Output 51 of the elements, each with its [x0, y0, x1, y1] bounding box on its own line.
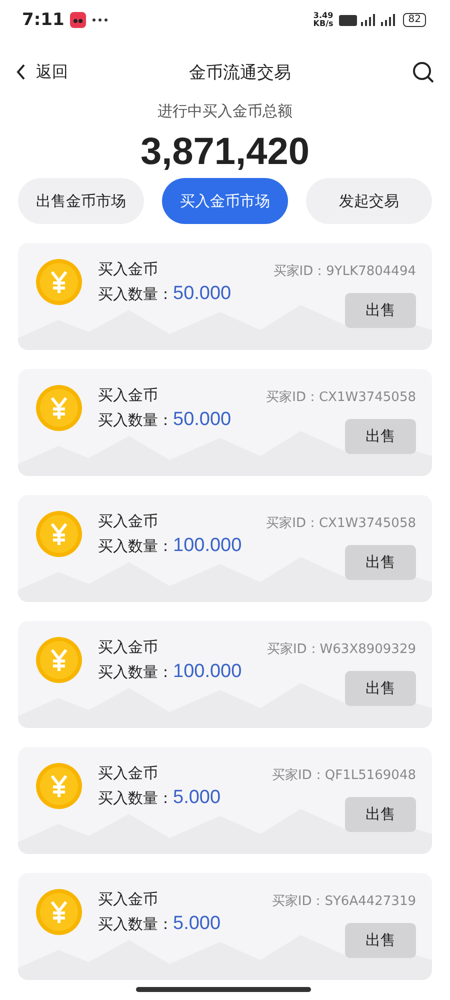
order-title: 买入金币 — [98, 638, 159, 657]
back-button[interactable]: 返回 — [16, 62, 68, 82]
summary-label: 进行中买入金币总额 — [156, 102, 294, 121]
order-title: 买入金币 — [98, 512, 159, 531]
yuan-coin-icon — [36, 511, 82, 557]
quantity-label: 买入数量： — [98, 411, 173, 430]
buyer-id: 买家ID：W63X8909329 — [266, 641, 416, 658]
tab[interactable]: 买入金币市场 — [162, 178, 288, 224]
network-speed: 3.49 KB/s — [313, 12, 334, 28]
sell-button[interactable]: 出售 — [345, 545, 416, 580]
buyer-id: 买家ID：QF1L5169048 — [272, 767, 416, 784]
quantity-value: 5.000 — [173, 913, 221, 935]
signal-icon — [339, 13, 398, 27]
quantity-label: 买入数量： — [98, 285, 173, 304]
tab[interactable]: 发起交易 — [306, 178, 432, 224]
tab[interactable]: 出售金币市场 — [18, 178, 144, 224]
buyer-id: 买家ID：SY6A4427319 — [272, 893, 416, 910]
yuan-coin-icon — [36, 763, 82, 809]
sell-button[interactable]: 出售 — [345, 419, 416, 454]
order-title: 买入金币 — [98, 260, 159, 279]
order-title: 买入金币 — [98, 386, 159, 405]
order-title: 买入金币 — [98, 890, 159, 909]
status-time: 7:11 — [22, 10, 64, 30]
order-title: 买入金币 — [98, 764, 159, 783]
buyer-id: 买家ID：CX1W3745058 — [266, 389, 416, 406]
yuan-coin-icon — [36, 259, 82, 305]
sell-button[interactable]: 出售 — [345, 293, 416, 328]
quantity-value: 100.000 — [173, 661, 242, 683]
search-icon[interactable] — [412, 61, 434, 83]
yuan-coin-icon — [36, 889, 82, 935]
sell-button[interactable]: 出售 — [345, 671, 416, 706]
quantity-label: 买入数量： — [98, 663, 173, 682]
quantity-value: 100.000 — [173, 535, 242, 557]
yuan-coin-icon — [36, 637, 82, 683]
quantity-label: 买入数量： — [98, 537, 173, 556]
quantity-label: 买入数量： — [98, 915, 173, 934]
quantity-value: 50.000 — [173, 283, 232, 305]
app-icon — [70, 12, 86, 28]
quantity-label: 买入数量： — [98, 789, 173, 808]
battery-icon: 82 — [403, 13, 426, 27]
more-icon — [92, 18, 108, 22]
quantity-value: 50.000 — [173, 409, 232, 431]
quantity-value: 5.000 — [173, 787, 221, 809]
sell-button[interactable]: 出售 — [345, 797, 416, 832]
sell-button[interactable]: 出售 — [345, 923, 416, 958]
page-title: 金币流通交易 — [189, 62, 291, 84]
buyer-id: 买家ID：CX1W3745058 — [266, 515, 416, 532]
back-icon[interactable] — [16, 64, 26, 80]
buyer-id: 买家ID：9YLK7804494 — [273, 263, 416, 280]
total-amount: 3,871,420 — [139, 131, 311, 174]
yuan-coin-icon — [36, 385, 82, 431]
